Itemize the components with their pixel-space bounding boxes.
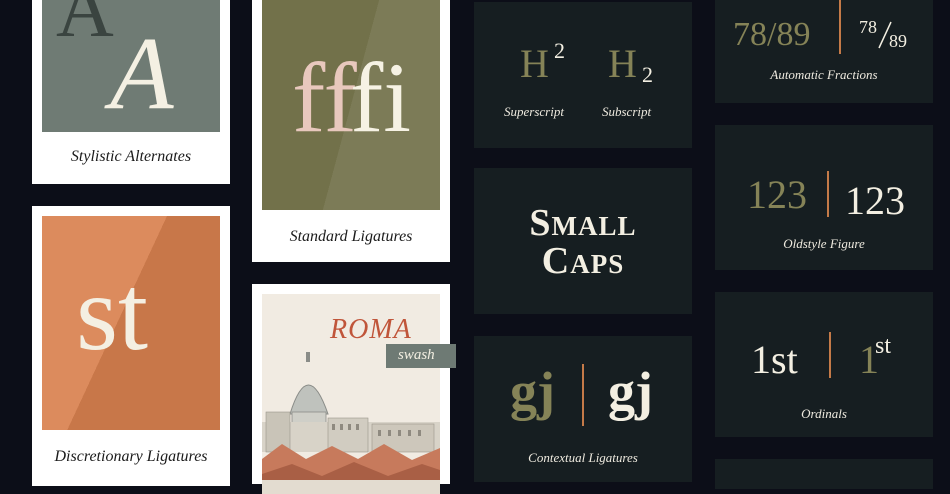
contextual-divider bbox=[582, 364, 584, 426]
small-caps-line1: Small bbox=[529, 202, 637, 244]
partial-panel bbox=[715, 459, 933, 489]
subscript-label: Subscript bbox=[602, 104, 652, 119]
glyph-fi: fi bbox=[350, 42, 412, 153]
ordinal-superscript: st bbox=[875, 333, 892, 359]
oldstyle-figure-label: Oldstyle Figure bbox=[783, 236, 865, 251]
automatic-fractions-label: Automatic Fractions bbox=[770, 67, 878, 82]
contextual-ligatures-panel: gj gj Contextual Ligatures bbox=[474, 336, 692, 482]
standard-ligatures-caption: Standard Ligatures bbox=[289, 228, 413, 245]
automatic-fractions-panel: 78/89 78 89 Automatic Fractions bbox=[715, 0, 933, 103]
discretionary-ligatures-caption: Discretionary Ligatures bbox=[54, 448, 208, 465]
small-caps-panel: Small Caps bbox=[474, 168, 692, 314]
discretionary-ligatures-card: st Discretionary Ligatures bbox=[32, 206, 230, 486]
glyph-st-ligature: st bbox=[76, 254, 149, 373]
oldstyle-divider bbox=[827, 171, 829, 217]
swash-tag: swash bbox=[386, 344, 456, 368]
ordinals-panel: 1st 1 st Ordinals bbox=[715, 292, 933, 437]
roma-card: ROMA swash bbox=[252, 284, 456, 494]
stylistic-alternates-caption: Stylistic Alternates bbox=[70, 148, 192, 165]
stylistic-alternates-swatch: A A bbox=[42, 0, 220, 132]
fraction-plain: 78/89 bbox=[733, 16, 811, 53]
contextual-ligatures-label: Contextual Ligatures bbox=[528, 450, 638, 465]
oldstyle-figure-panel: 123 123 Oldstyle Figure bbox=[715, 125, 933, 270]
small-caps-line2: Caps bbox=[541, 240, 625, 282]
oldstyle-figures: 123 bbox=[747, 172, 807, 217]
superscript-base: H bbox=[520, 41, 549, 86]
roma-illustration: ROMA bbox=[262, 294, 440, 494]
swash-tag-label: swash bbox=[398, 347, 435, 363]
glyph-a-front: A bbox=[110, 16, 174, 131]
ordinals-label: Ordinals bbox=[801, 406, 847, 421]
superscript-digit: 2 bbox=[554, 38, 565, 63]
roma-title: ROMA bbox=[330, 314, 412, 345]
fraction-divider bbox=[839, 0, 841, 54]
subscript-digit: 2 bbox=[642, 62, 653, 87]
glyph-ff: ff bbox=[292, 42, 357, 153]
discretionary-ligatures-swatch: st bbox=[42, 216, 220, 430]
lining-figures: 123 bbox=[845, 178, 905, 223]
fraction-denominator: 89 bbox=[889, 31, 907, 51]
superscript-subscript-panel: H 2 H 2 Superscript Subscript bbox=[474, 2, 692, 148]
standard-ligatures-card: ff fi Standard Ligatures bbox=[252, 0, 450, 262]
contextual-gj-plain: gj bbox=[510, 361, 555, 421]
ordinals-divider bbox=[829, 332, 831, 378]
standard-ligatures-swatch: ff fi bbox=[262, 0, 440, 210]
glyph-a-back: A bbox=[56, 0, 114, 54]
ordinal-plain: 1st bbox=[751, 337, 798, 382]
contextual-gj-ligature: gj bbox=[608, 361, 653, 421]
stylistic-alternates-card: A A Stylistic Alternates bbox=[32, 0, 230, 184]
subscript-base: H bbox=[608, 41, 637, 86]
superscript-label: Superscript bbox=[504, 104, 564, 119]
